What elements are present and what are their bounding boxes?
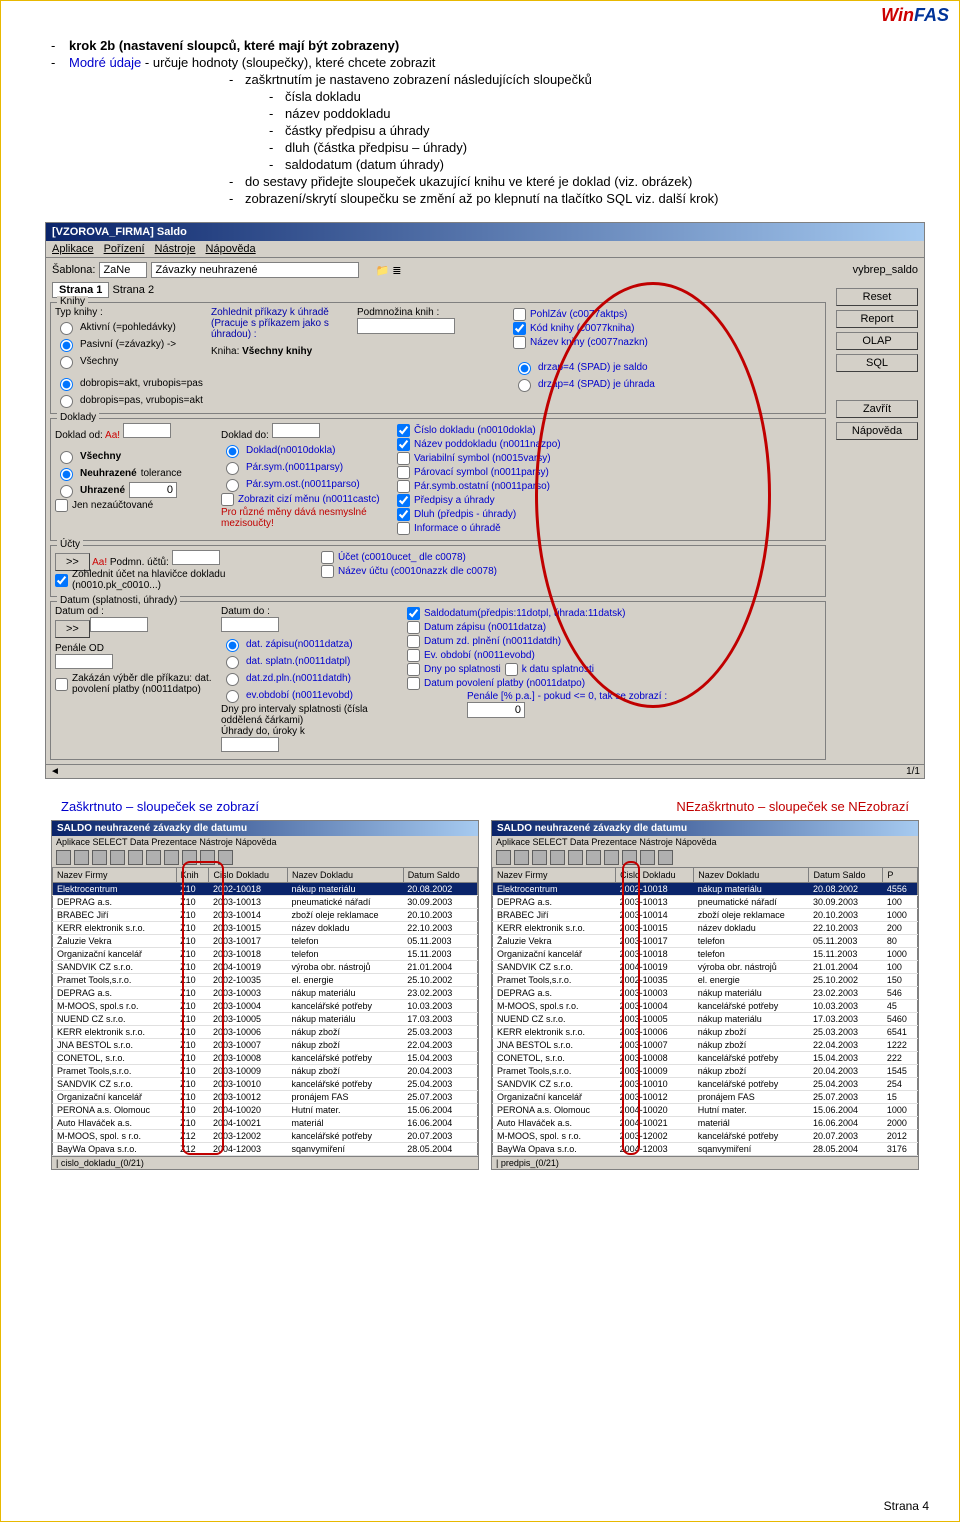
chk-zu[interactable]	[55, 574, 68, 587]
napoveda-button[interactable]: Nápověda	[836, 422, 918, 440]
chk-pohlzav[interactable]	[513, 308, 526, 321]
sql-button[interactable]: SQL	[836, 354, 918, 372]
chk-u2[interactable]	[321, 565, 334, 578]
chk-e1[interactable]	[407, 607, 420, 620]
sub3: částky předpisu a úhrady	[261, 123, 929, 138]
chk-e3[interactable]	[407, 635, 420, 648]
side-buttons: Reset Report OLAP SQL Zavřít Nápověda	[830, 282, 924, 764]
doklad-od[interactable]	[123, 423, 171, 438]
line-4: do sestavy přidejte sloupeček ukazující …	[221, 174, 929, 189]
menubar-left[interactable]: Aplikace SELECT Data Prezentace Nástroje…	[52, 836, 478, 848]
chk-e2[interactable]	[407, 621, 420, 634]
radio-aktivni[interactable]	[60, 322, 73, 335]
r-vsechny[interactable]	[60, 451, 73, 464]
radio-dp2[interactable]	[60, 395, 73, 408]
step-title: krok 2b (nastavení sloupců, které mají b…	[41, 38, 929, 53]
saldo-window: [VZOROVA_FIRMA] Saldo AplikacePořízeníNá…	[45, 222, 925, 779]
radio-dp1[interactable]	[60, 378, 73, 391]
chk-cd4[interactable]	[397, 466, 410, 479]
sub5: saldodatum (datum úhrady)	[261, 157, 929, 172]
chk-cd5[interactable]	[397, 480, 410, 493]
chk-cd1[interactable]	[397, 424, 410, 437]
report-name: vybrep_saldo	[853, 264, 918, 276]
sablona-label: Šablona:	[52, 264, 95, 276]
logo: WinFAS	[881, 5, 949, 26]
zavrit-button[interactable]: Zavřít	[836, 400, 918, 418]
chk-u1[interactable]	[321, 551, 334, 564]
reset-button[interactable]: Reset	[836, 288, 918, 306]
table-right-window: SALDO neuhrazené závazky dle datumu Apli…	[491, 820, 919, 1170]
sablona-name[interactable]: Závazky neuhrazené	[151, 262, 359, 278]
table-left[interactable]: Nazev FirmyKnihCislo DokladuNazev Doklad…	[52, 867, 478, 1156]
chk-e4[interactable]	[407, 649, 420, 662]
radio-vsechny[interactable]	[60, 356, 73, 369]
chk-e5[interactable]	[407, 663, 420, 676]
chk-kodknihy[interactable]	[513, 322, 526, 335]
chk-nazevknihy[interactable]	[513, 336, 526, 349]
page-footer: Strana 4	[884, 1499, 929, 1513]
menubar-right[interactable]: Aplikace SELECT Data Prezentace Nástroje…	[492, 836, 918, 848]
highlight-col-1	[182, 861, 224, 1155]
radio-drzap1[interactable]	[518, 362, 531, 375]
radio-drzap2[interactable]	[518, 379, 531, 392]
podmnozina-input[interactable]	[357, 318, 455, 334]
r-neuhrazene[interactable]	[60, 468, 73, 481]
sablona-code[interactable]: ZaNe	[99, 262, 147, 278]
r-dk1[interactable]	[226, 445, 239, 458]
chk-cd7[interactable]	[397, 508, 410, 521]
chk-cd8[interactable]	[397, 522, 410, 535]
sub2: název poddokladu	[261, 106, 929, 121]
caption-left: Zaškrtnuto – sloupeček se zobrazí	[61, 799, 259, 814]
highlight-oval	[535, 282, 771, 708]
chk-cd6[interactable]	[397, 494, 410, 507]
line-3: zaškrtnutím je nastaveno zobrazení násle…	[221, 72, 929, 87]
sub4: dluh (částka předpisu – úhrady)	[261, 140, 929, 155]
chk-e7[interactable]	[407, 677, 420, 690]
r-uhrazene[interactable]	[60, 485, 73, 498]
sub1: čísla dokladu	[261, 89, 929, 104]
tab-strana2[interactable]: Strana 2	[112, 284, 154, 296]
highlight-col-2	[622, 861, 640, 1155]
table-right[interactable]: Nazev FirmyCislo DokladuNazev DokladuDat…	[492, 867, 918, 1156]
status-left: | cislo_dokladu_(0/21)	[52, 1156, 478, 1169]
report-button[interactable]: Report	[836, 310, 918, 328]
blue-label-line: Modré údaje - určuje hodnoty (sloupečky)…	[41, 55, 929, 70]
r-dk3[interactable]	[226, 479, 239, 492]
chk-jen[interactable]	[55, 499, 68, 512]
datod-btn[interactable]: >>	[55, 620, 90, 638]
chk-zak[interactable]	[55, 678, 68, 691]
olap-button[interactable]: OLAP	[836, 332, 918, 350]
status-right: | predpis_(0/21)	[492, 1156, 918, 1169]
table-left-window: SALDO neuhrazené závazky dle datumu Apli…	[51, 820, 479, 1170]
r-dk2[interactable]	[226, 462, 239, 475]
chk-cd2[interactable]	[397, 438, 410, 451]
chk-zobr[interactable]	[221, 493, 234, 506]
caption-right: NEzaškrtnuto – sloupeček se NEzobrazí	[676, 799, 909, 814]
chk-cd3[interactable]	[397, 452, 410, 465]
page-indicator: 1/1	[906, 766, 920, 777]
menubar[interactable]: AplikacePořízeníNástrojeNápověda	[46, 241, 924, 258]
line-5: zobrazení/skrytí sloupečku se změní až p…	[221, 191, 929, 206]
radio-pasivni[interactable]	[60, 339, 73, 352]
doklad-do[interactable]	[272, 423, 320, 438]
window-title: [VZOROVA_FIRMA] Saldo	[46, 223, 924, 241]
